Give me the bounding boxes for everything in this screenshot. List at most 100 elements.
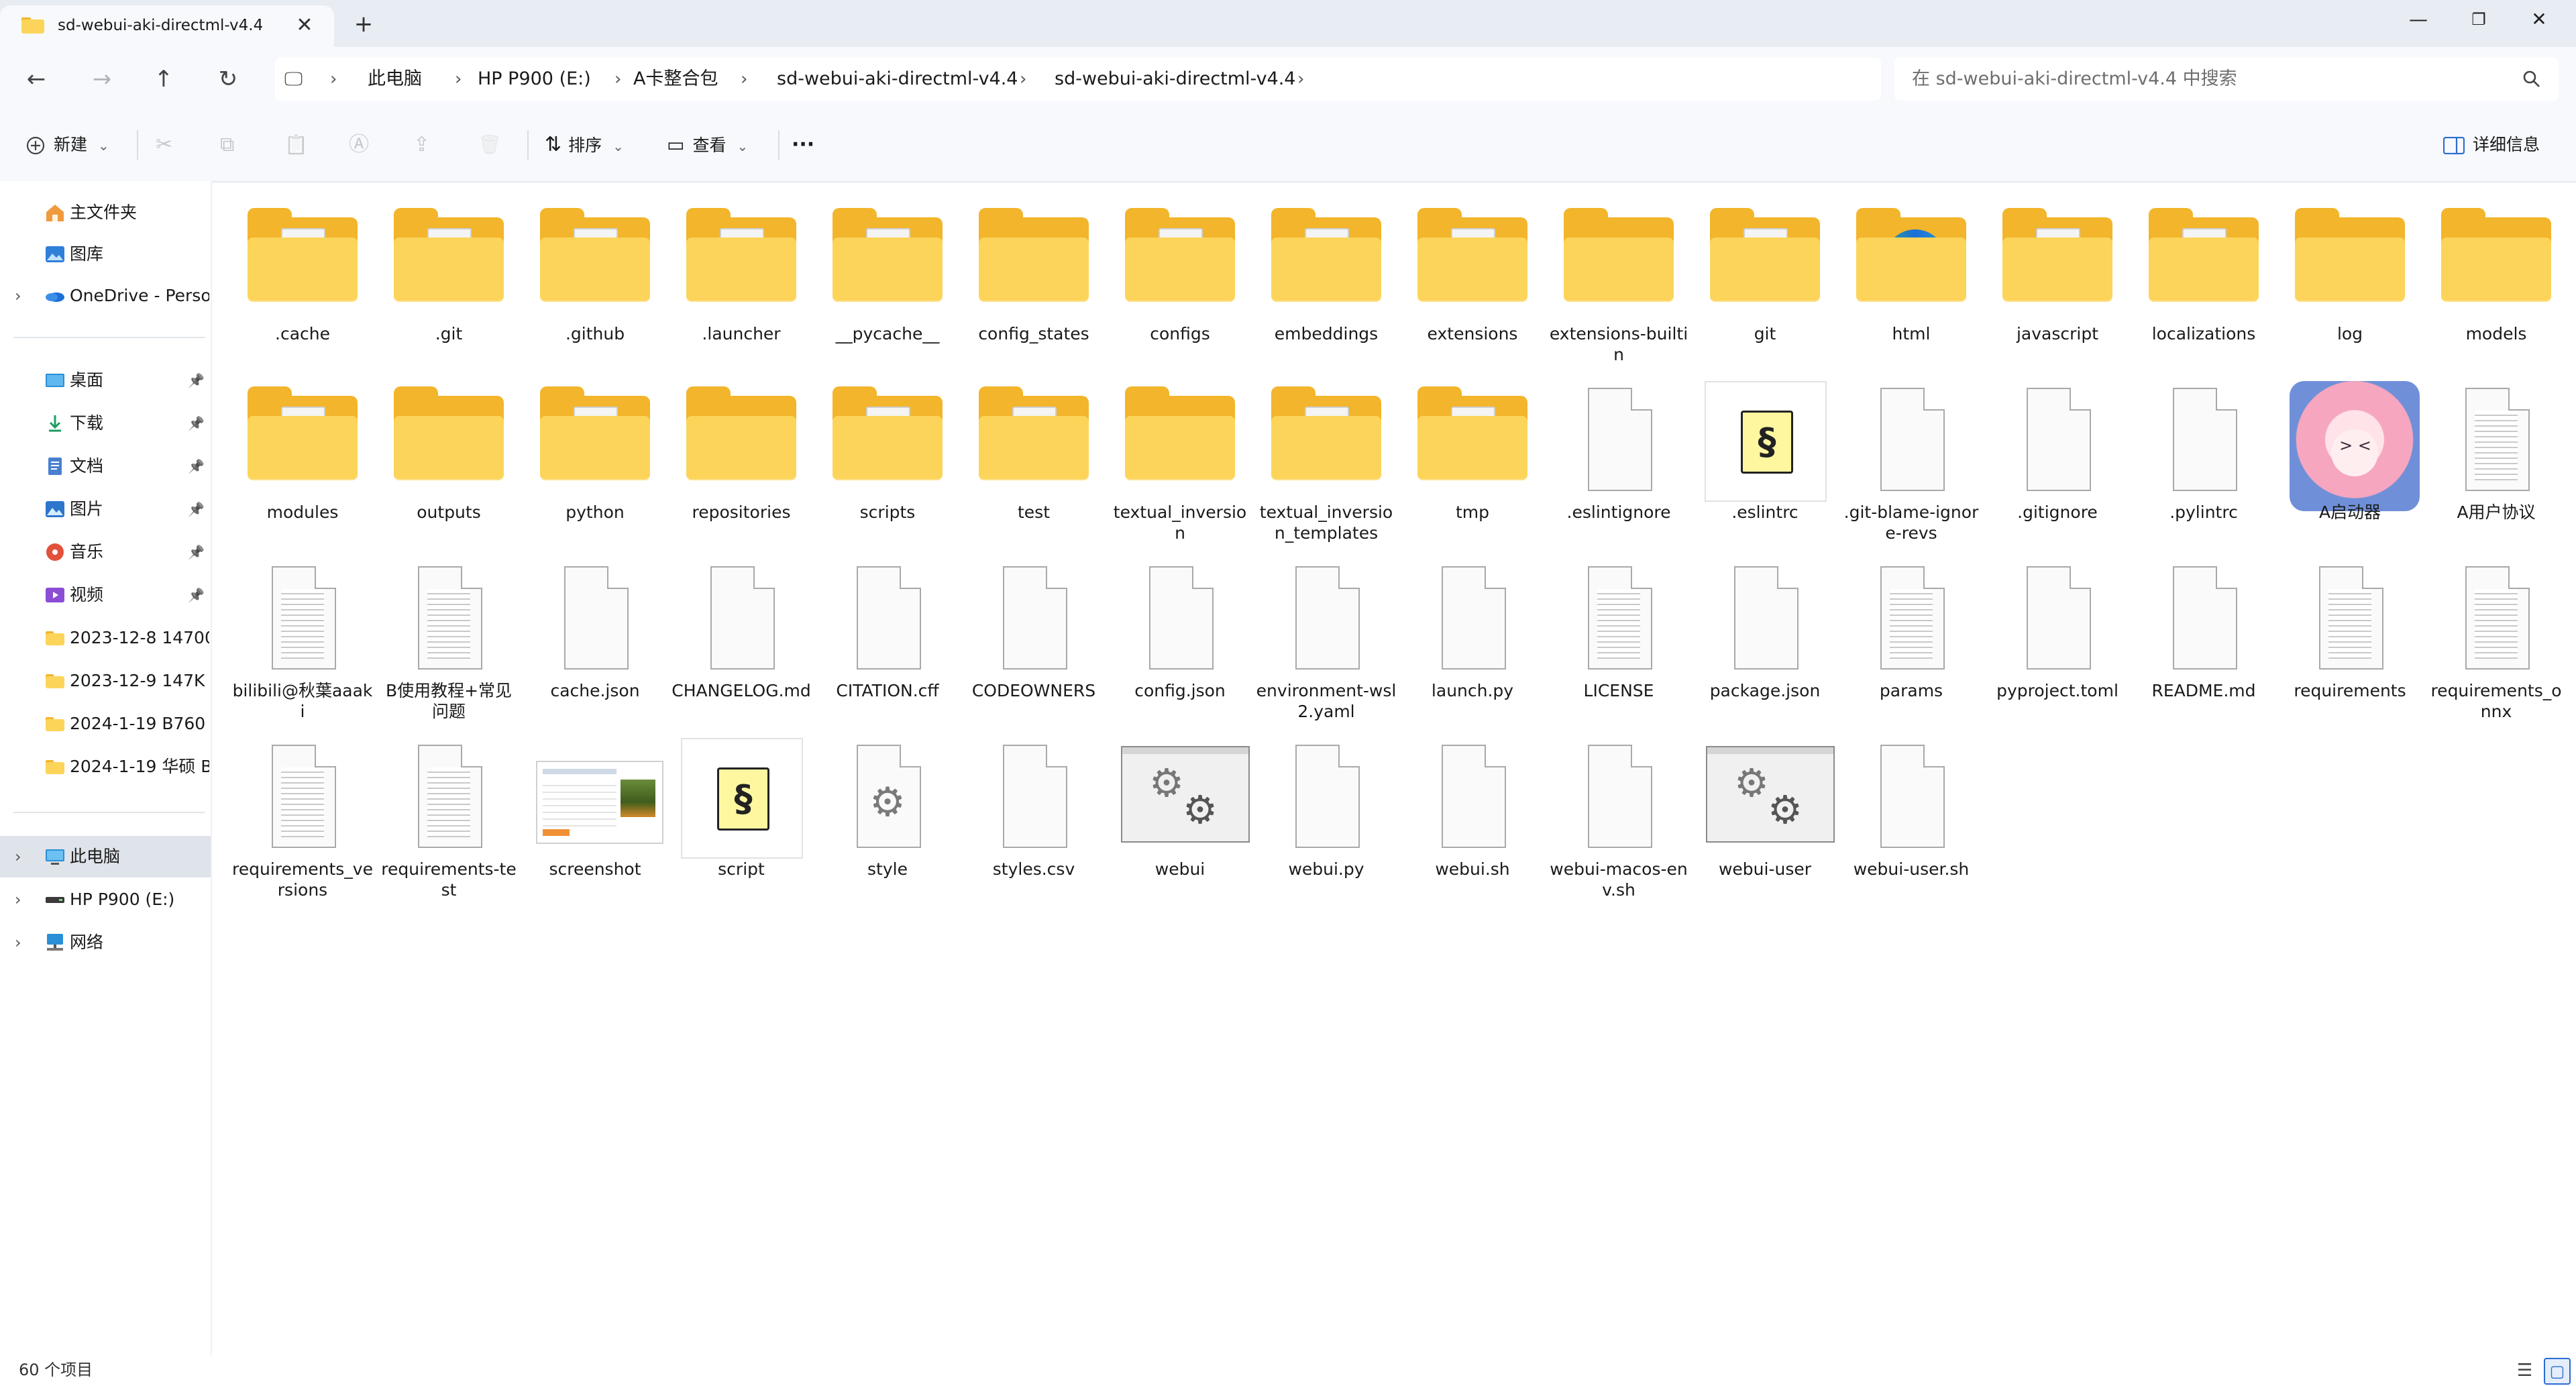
file-item-bilibili-aaaki[interactable]: bilibili@秋葉aaaki <box>232 551 373 730</box>
sidebar-item-this-pc[interactable]: › 此电脑 <box>0 836 211 877</box>
breadcrumb-folder-parent[interactable]: sd-webui-aki-directml-v4.4 <box>777 58 1018 101</box>
file-item-scripts[interactable]: scripts <box>817 373 958 551</box>
file-item-webui-sh[interactable]: webui.sh <box>1402 730 1543 908</box>
file-item-pylintrc[interactable]: .pylintrc <box>2133 373 2274 551</box>
breadcrumb-separator[interactable]: › <box>741 58 747 101</box>
cut-button[interactable]: ✂ <box>156 126 172 164</box>
more-options-button[interactable]: ··· <box>792 126 814 164</box>
file-item-cache-json[interactable]: cache.json <box>525 551 665 730</box>
sidebar-item-desktop[interactable]: 桌面 📌 <box>0 360 211 401</box>
file-item-github[interactable]: .github <box>525 195 665 373</box>
file-item-params[interactable]: params <box>1841 551 1982 730</box>
file-item-codeowners[interactable]: CODEOWNERS <box>963 551 1104 730</box>
new-tab-button[interactable]: + <box>349 9 378 39</box>
breadcrumb-separator[interactable]: › <box>1297 58 1304 101</box>
breadcrumb-separator[interactable]: › <box>614 58 621 101</box>
sidebar-item-home[interactable]: 主文件夹 <box>0 192 211 233</box>
file-item-webui-user-sh[interactable]: webui-user.sh <box>1841 730 1982 908</box>
file-item-extensions-builtin[interactable]: extensions-builtin <box>1548 195 1689 373</box>
file-item-eslintrc[interactable]: § .eslintrc <box>1695 373 1835 551</box>
file-item-models[interactable]: models <box>2426 195 2567 373</box>
breadcrumb-separator[interactable]: › <box>330 58 337 101</box>
paste-button[interactable]: 📋 <box>284 126 308 164</box>
large-icons-view-button[interactable]: ▢ <box>2544 1358 2571 1385</box>
file-item-localizations[interactable]: localizations <box>2133 195 2274 373</box>
file-item-webui-macos-env-sh[interactable]: webui-macos-env.sh <box>1548 730 1689 908</box>
file-item-a[interactable]: > < A启动器 <box>2279 373 2420 551</box>
sidebar-item-folder-4[interactable]: 2024-1-19 华硕 B7 <box>0 746 211 788</box>
copy-button[interactable]: ⧉ <box>220 126 234 164</box>
file-item-b[interactable]: B使用教程+常见问题 <box>378 551 519 730</box>
sidebar-item-drive-e[interactable]: › HP P900 (E:) <box>0 879 211 920</box>
file-item-license[interactable]: LICENSE <box>1548 551 1689 730</box>
chevron-right-icon[interactable]: › <box>15 879 21 920</box>
file-item-script[interactable]: § script <box>671 730 812 908</box>
file-item-readme-md[interactable]: README.md <box>2133 551 2274 730</box>
file-item-citation-cff[interactable]: CITATION.cff <box>817 551 958 730</box>
file-item-requirements-versions[interactable]: requirements_versions <box>232 730 373 908</box>
file-item-changelog-md[interactable]: CHANGELOG.md <box>671 551 812 730</box>
sidebar-item-music[interactable]: 音乐 📌 <box>0 531 211 573</box>
file-item-webui-py[interactable]: webui.py <box>1256 730 1397 908</box>
file-item-package-json[interactable]: package.json <box>1695 551 1835 730</box>
file-item-python[interactable]: python <box>525 373 665 551</box>
sidebar-item-documents[interactable]: 文档 📌 <box>0 445 211 487</box>
file-item-gitignore[interactable]: .gitignore <box>1987 373 2128 551</box>
file-item-config-states[interactable]: config_states <box>963 195 1104 373</box>
file-item-pycache[interactable]: __pycache__ <box>817 195 958 373</box>
file-item-a[interactable]: A用户协议 <box>2426 373 2567 551</box>
file-item-configs[interactable]: configs <box>1110 195 1250 373</box>
back-button[interactable]: ← <box>16 63 56 95</box>
sidebar-item-folder-3[interactable]: 2024-1-19 B760 Ⅲ <box>0 703 211 745</box>
file-item-launch-py[interactable]: launch.py <box>1402 551 1543 730</box>
file-item-webui[interactable]: ⚙ ⚙ webui <box>1110 730 1250 908</box>
refresh-button[interactable]: ↻ <box>208 63 248 95</box>
maximize-button[interactable]: ❐ <box>2449 3 2509 36</box>
up-button[interactable]: ↑ <box>144 63 184 95</box>
file-item-tmp[interactable]: tmp <box>1402 373 1543 551</box>
file-item-repositories[interactable]: repositories <box>671 373 812 551</box>
view-button[interactable]: ▭ 查看 ⌄ <box>667 126 748 164</box>
file-item-cache[interactable]: .cache <box>232 195 373 373</box>
share-button[interactable]: ⇪ <box>413 126 430 164</box>
file-item-log[interactable]: log <box>2279 195 2420 373</box>
breadcrumb-drive[interactable]: HP P900 (E:) <box>478 58 591 101</box>
file-item-git-blame-ignore-revs[interactable]: .git-blame-ignore-revs <box>1841 373 1982 551</box>
file-item-eslintignore[interactable]: .eslintignore <box>1548 373 1689 551</box>
close-window-button[interactable]: ✕ <box>2509 3 2569 36</box>
file-item-pyproject-toml[interactable]: pyproject.toml <box>1987 551 2128 730</box>
tab-active[interactable]: sd-webui-aki-directml-v4.4 ✕ <box>0 5 334 47</box>
file-item-requirements-test[interactable]: requirements-test <box>378 730 519 908</box>
chevron-right-icon[interactable]: › <box>15 836 21 877</box>
sidebar-item-network[interactable]: › 网络 <box>0 922 211 963</box>
file-item-environment-wsl2-yaml[interactable]: environment-wsl2.yaml <box>1256 551 1397 730</box>
address-bar[interactable]: 🖵 › 此电脑 › HP P900 (E:) › A卡整合包 › sd-webu… <box>275 58 1881 101</box>
file-item-screenshot[interactable]: screenshot <box>525 730 665 908</box>
chevron-right-icon[interactable]: › <box>15 275 21 317</box>
file-item-modules[interactable]: modules <box>232 373 373 551</box>
breadcrumb-this-pc[interactable]: 此电脑 <box>368 58 422 101</box>
file-item-extensions[interactable]: extensions <box>1402 195 1543 373</box>
file-item-git[interactable]: .git <box>378 195 519 373</box>
sidebar-item-videos[interactable]: 视频 📌 <box>0 574 211 616</box>
file-item-textual-inversion[interactable]: textual_inversion <box>1110 373 1250 551</box>
new-button[interactable]: 新建 ⌄ <box>25 126 109 164</box>
file-item-styles-csv[interactable]: styles.csv <box>963 730 1104 908</box>
file-item-embeddings[interactable]: embeddings <box>1256 195 1397 373</box>
this-pc-icon[interactable]: 🖵 <box>284 58 303 101</box>
file-item-javascript[interactable]: javascript <box>1987 195 2128 373</box>
sidebar-item-downloads[interactable]: 下载 📌 <box>0 403 211 444</box>
file-item-requirements-onnx[interactable]: requirements_onnx <box>2426 551 2567 730</box>
rename-button[interactable]: Ⓐ <box>349 126 369 164</box>
sort-button[interactable]: ⇅ 排序 ⌄ <box>545 126 624 164</box>
details-view-button[interactable]: ☰ <box>2517 1359 2532 1382</box>
file-item-webui-user[interactable]: ⚙ ⚙ webui-user <box>1695 730 1835 908</box>
file-item-git[interactable]: git <box>1695 195 1835 373</box>
file-item-style[interactable]: ⚙ style <box>817 730 958 908</box>
sidebar-item-onedrive[interactable]: › OneDrive - Personal <box>0 275 211 317</box>
delete-button[interactable]: 🗑 <box>478 126 502 164</box>
breadcrumb-folder-current[interactable]: sd-webui-aki-directml-v4.4 <box>1055 58 1296 101</box>
sidebar-item-folder-1[interactable]: 2023-12-8 14700K <box>0 617 211 659</box>
file-item-test[interactable]: test <box>963 373 1104 551</box>
file-item-outputs[interactable]: outputs <box>378 373 519 551</box>
